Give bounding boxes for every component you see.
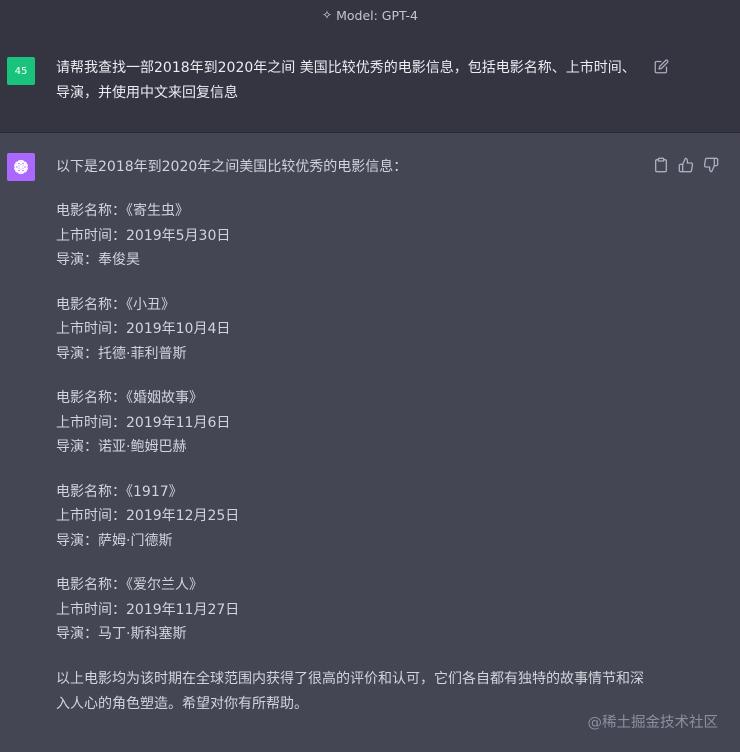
assistant-message-content: 以下是2018年到2020年之间美国比较优秀的电影信息： 电影名称：《寄生虫》 … [56, 155, 646, 717]
user-message-text: 请帮我查找一部2018年到2020年之间 美国比较优秀的电影信息，包括电影名称、… [56, 60, 636, 101]
movie-name: 电影名称：《小丑》 [56, 296, 175, 313]
movie-entry: 电影名称：《1917》 上市时间：2019年12月25日 导演：萨姆·门德斯 [56, 480, 646, 554]
movie-date: 上市时间：2019年5月30日 [56, 227, 231, 244]
movie-date: 上市时间：2019年12月25日 [56, 508, 240, 524]
assistant-outro: 以上电影均为该时期在全球范围内获得了很高的评价和认可，它们各自都有独特的故事情节… [56, 670, 644, 712]
model-header: ✧ Model: GPT-4 [0, 0, 740, 30]
movie-director: 导演：奉俊昊 [56, 252, 140, 268]
edit-icon[interactable] [654, 59, 669, 74]
model-label: Model: GPT-4 [336, 7, 418, 23]
thumbs-down-icon[interactable] [703, 157, 719, 173]
movie-entry: 电影名称：《小丑》 上市时间：2019年10月4日 导演：托德·菲利普斯 [56, 293, 646, 367]
movie-director: 导演：托德·菲利普斯 [56, 345, 187, 362]
movie-entry: 电影名称：《爱尔兰人》 上市时间：2019年11月27日 导演：马丁·斯科塞斯 [56, 573, 646, 647]
copy-icon[interactable] [653, 157, 669, 173]
message-actions [653, 157, 719, 173]
movie-entry: 电影名称：《婚姻故事》 上市时间：2019年11月6日 导演：诺亚·鲍姆巴赫 [56, 386, 646, 460]
openai-logo-icon [14, 160, 28, 174]
movie-director: 导演：诺亚·鲍姆巴赫 [56, 439, 187, 455]
movie-name: 电影名称：《寄生虫》 [56, 203, 189, 219]
movie-entry: 电影名称：《寄生虫》 上市时间：2019年5月30日 导演：奉俊昊 [56, 199, 646, 273]
user-avatar: 45 [7, 57, 35, 85]
watermark: @稀土掘金技术社区 [587, 715, 719, 731]
movie-name: 电影名称：《1917》 [56, 483, 183, 500]
sparkle-icon: ✧ [322, 8, 333, 22]
movie-name: 电影名称：《爱尔兰人》 [56, 577, 203, 593]
movie-director: 导演：马丁·斯科塞斯 [56, 626, 187, 642]
movie-name: 电影名称：《婚姻故事》 [56, 390, 203, 406]
movie-date: 上市时间：2019年10月4日 [56, 321, 231, 337]
movie-date: 上市时间：2019年11月6日 [56, 414, 231, 431]
assistant-intro: 以下是2018年到2020年之间美国比较优秀的电影信息： [56, 159, 408, 175]
assistant-avatar [7, 153, 35, 181]
user-message: 45 请帮我查找一部2018年到2020年之间 美国比较优秀的电影信息，包括电影… [0, 30, 740, 133]
movie-date: 上市时间：2019年11月27日 [56, 601, 240, 618]
thumbs-up-icon[interactable] [678, 157, 694, 173]
movie-director: 导演：萨姆·门德斯 [56, 532, 173, 549]
assistant-message: 以下是2018年到2020年之间美国比较优秀的电影信息： 电影名称：《寄生虫》 … [0, 133, 740, 752]
user-avatar-label: 45 [14, 65, 28, 77]
